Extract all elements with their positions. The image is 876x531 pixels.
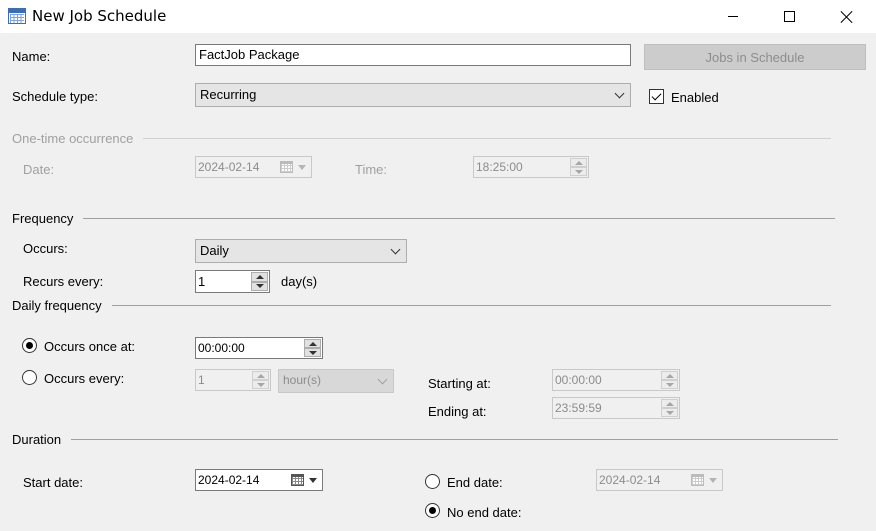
maximize-icon <box>783 11 795 22</box>
recurs-unit-label: day(s) <box>281 274 318 289</box>
radio-selected-dot <box>429 507 436 514</box>
chevron-down-icon <box>377 374 388 385</box>
one-time-date-value: 2024-02-14 <box>198 160 260 174</box>
occurs-label: Occurs: <box>23 241 68 256</box>
occurs-select[interactable]: Daily <box>195 239 407 263</box>
dropdown-arrow-icon <box>709 478 717 483</box>
no-end-date-label: No end date: <box>447 505 522 520</box>
starting-at-spinner[interactable]: 00:00:00 <box>552 369 680 391</box>
end-date-radio[interactable] <box>425 474 440 489</box>
chevron-down-icon <box>614 88 625 99</box>
spin-up-icon[interactable] <box>252 371 269 380</box>
ending-at-label: Ending at: <box>428 404 487 419</box>
recurs-every-label: Recurs every: <box>23 274 104 289</box>
end-date-label: End date: <box>447 475 503 490</box>
no-end-date-radio[interactable] <box>425 503 440 518</box>
ending-at-value: 23:59:59 <box>555 401 602 415</box>
minimize-icon <box>728 16 738 17</box>
occurs-every-unit-value: hour(s) <box>283 373 322 387</box>
one-time-section: One-time occurrence <box>12 131 832 146</box>
radio-selected-dot <box>26 342 33 349</box>
close-button[interactable] <box>824 0 870 33</box>
calendar-grid-icon <box>8 8 26 24</box>
schedule-type-value: Recurring <box>200 87 257 102</box>
section-divider <box>143 138 832 139</box>
minimize-button[interactable] <box>710 0 756 33</box>
spin-up-icon[interactable] <box>251 272 268 282</box>
calendar-icon <box>280 161 293 173</box>
spin-down-icon[interactable] <box>252 380 269 389</box>
one-time-time-spinner[interactable]: 18:25:00 <box>473 156 589 178</box>
frequency-section: Frequency <box>12 211 836 226</box>
one-time-time-label: Time: <box>355 162 388 177</box>
one-time-time-value: 18:25:00 <box>476 160 523 174</box>
spin-up-icon[interactable] <box>661 399 678 408</box>
calendar-icon <box>291 474 304 486</box>
schedule-type-select[interactable]: Recurring <box>195 83 631 107</box>
name-input[interactable]: FactJob Package <box>195 44 631 66</box>
end-date-picker[interactable]: 2024-02-14 <box>596 469 723 491</box>
occurs-every-spinner[interactable]: 1 <box>195 369 271 391</box>
maximize-button[interactable] <box>766 0 812 33</box>
ending-at-spinner[interactable]: 23:59:59 <box>552 397 680 419</box>
spin-down-icon[interactable] <box>661 408 678 417</box>
duration-section-title: Duration <box>12 432 62 447</box>
recurs-every-spinner[interactable]: 1 <box>195 270 270 293</box>
window-title: New Job Schedule <box>32 7 167 25</box>
checkmark-icon <box>651 90 662 101</box>
spin-down-icon[interactable] <box>304 348 321 357</box>
occurs-value: Daily <box>200 243 229 258</box>
spin-down-icon[interactable] <box>661 380 678 389</box>
close-icon <box>841 11 853 23</box>
starting-at-label: Starting at: <box>428 376 491 391</box>
jobs-in-schedule-button[interactable]: Jobs in Schedule <box>644 44 866 70</box>
duration-section: Duration <box>12 432 839 447</box>
calendar-icon <box>691 474 704 486</box>
occurs-once-radio[interactable] <box>22 338 37 353</box>
daily-frequency-section: Daily frequency <box>12 298 831 313</box>
spin-down-icon[interactable] <box>251 281 268 291</box>
enabled-label: Enabled <box>671 90 719 105</box>
occurs-once-label: Occurs once at: <box>44 339 136 354</box>
occurs-once-time-spinner[interactable]: 00:00:00 <box>195 337 323 359</box>
spin-up-icon[interactable] <box>570 158 587 167</box>
title-bar: New Job Schedule <box>0 0 876 33</box>
frequency-section-title: Frequency <box>12 211 74 226</box>
dropdown-arrow-icon <box>298 165 306 170</box>
occurs-once-time-value: 00:00:00 <box>198 341 245 355</box>
enabled-checkbox[interactable] <box>649 89 664 104</box>
spin-down-icon[interactable] <box>570 167 587 176</box>
occurs-every-label: Occurs every: <box>44 371 125 386</box>
starting-at-value: 00:00:00 <box>555 373 602 387</box>
section-divider <box>83 218 836 219</box>
recurs-every-value: 1 <box>198 274 206 289</box>
end-date-value: 2024-02-14 <box>599 473 661 487</box>
occurs-every-unit-select[interactable]: hour(s) <box>278 369 394 393</box>
one-time-date-label: Date: <box>23 162 55 177</box>
daily-frequency-section-title: Daily frequency <box>12 298 102 313</box>
one-time-section-title: One-time occurrence <box>12 131 134 146</box>
occurs-every-value: 1 <box>198 373 205 387</box>
dropdown-arrow-icon <box>309 478 317 483</box>
spin-up-icon[interactable] <box>304 339 321 348</box>
name-label: Name: <box>12 49 51 64</box>
start-date-picker[interactable]: 2024-02-14 <box>195 469 323 491</box>
start-date-value: 2024-02-14 <box>198 473 260 487</box>
section-divider <box>71 439 839 440</box>
start-date-label: Start date: <box>23 475 83 490</box>
chevron-down-icon <box>390 244 401 255</box>
one-time-date-picker[interactable]: 2024-02-14 <box>195 156 312 178</box>
section-divider <box>111 305 831 306</box>
spin-up-icon[interactable] <box>661 371 678 380</box>
schedule-type-label: Schedule type: <box>12 89 99 104</box>
occurs-every-radio[interactable] <box>22 370 37 385</box>
